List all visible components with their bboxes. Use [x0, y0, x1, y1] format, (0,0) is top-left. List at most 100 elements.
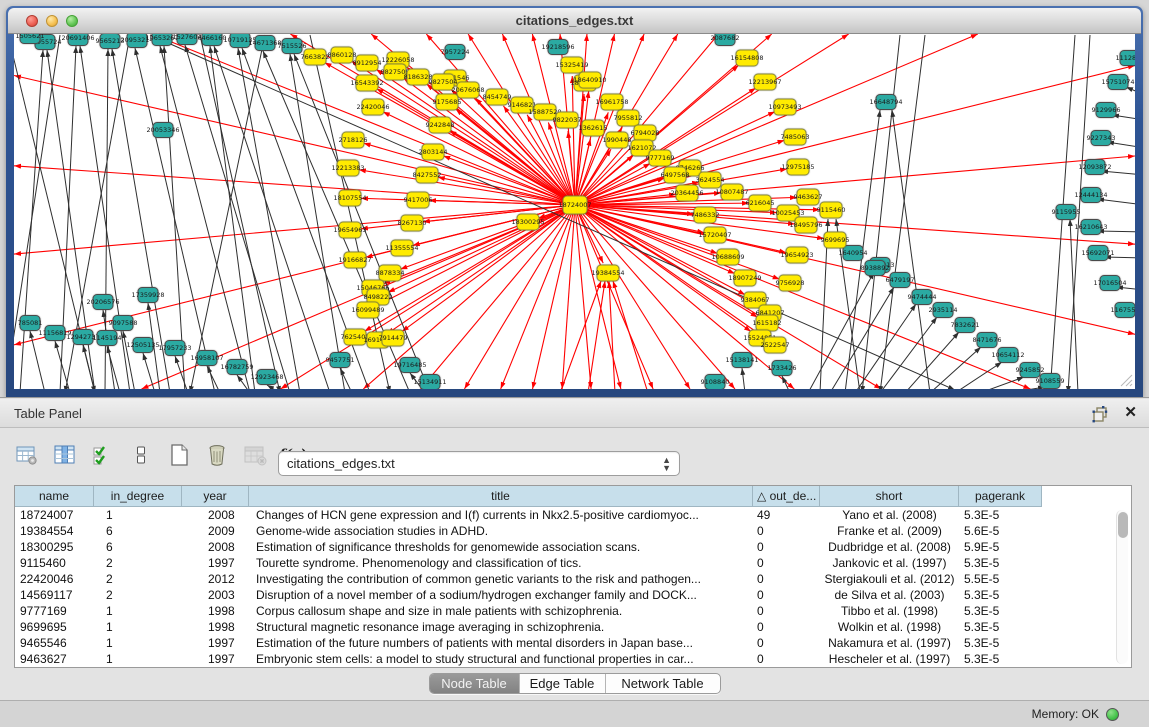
cell-name[interactable]: 14569117: [15, 587, 94, 603]
cell-out_degree[interactable]: 0: [753, 619, 820, 635]
row-height-icon[interactable]: [128, 442, 154, 468]
cell-name[interactable]: 18300295: [15, 539, 94, 555]
tab-node-table[interactable]: Node Table: [430, 674, 520, 693]
cell-short[interactable]: Stergiakouli et al. (2012): [820, 571, 959, 587]
network-node[interactable]: 12213383: [331, 160, 364, 176]
cell-pagerank[interactable]: 5.3E-5: [959, 507, 1042, 523]
network-node[interactable]: 8267130: [398, 215, 427, 231]
column-header-out-degree[interactable]: △ out_de...: [753, 486, 820, 507]
table-row[interactable]: 1830029562008Estimation of significance …: [15, 539, 1131, 555]
network-node[interactable]: 6216045: [746, 195, 775, 211]
network-node[interactable]: 11355554: [385, 240, 418, 256]
cell-year[interactable]: 2012: [182, 571, 249, 587]
cell-title[interactable]: Changes of HCN gene expression and I(f) …: [249, 507, 753, 523]
network-edge-black[interactable]: [1101, 171, 1135, 175]
network-node[interactable]: 15325419: [555, 57, 588, 73]
table-row[interactable]: 969969511998Structural magnetic resonanc…: [15, 619, 1131, 635]
network-edge-black[interactable]: [210, 46, 255, 389]
cell-in_degree[interactable]: 6: [94, 523, 182, 539]
table-scrollbar-thumb[interactable]: [1118, 512, 1128, 538]
cell-out_degree[interactable]: 0: [753, 571, 820, 587]
network-node[interactable]: 15751074: [1101, 75, 1134, 90]
network-node[interactable]: 9457751: [326, 353, 355, 368]
tab-edge-table[interactable]: Edge Table: [520, 674, 606, 693]
import-table-icon[interactable]: [242, 442, 268, 468]
cell-title[interactable]: Estimation of the future numbers of pati…: [249, 635, 753, 651]
network-edge-black[interactable]: [238, 48, 300, 389]
cell-name[interactable]: 19384554: [15, 523, 94, 539]
cell-pagerank[interactable]: 5.5E-5: [959, 571, 1042, 587]
cell-title[interactable]: Structural magnetic resonance image aver…: [249, 619, 753, 635]
network-node[interactable]: 19218596: [541, 40, 574, 55]
network-node[interactable]: 12093872: [1078, 160, 1111, 175]
network-node[interactable]: 16543392: [350, 75, 383, 91]
network-node[interactable]: 2803144: [419, 144, 448, 160]
network-node[interactable]: 15720407: [698, 227, 731, 243]
table-row[interactable]: 911546021997Tourette syndrome. Phenomeno…: [15, 555, 1131, 571]
float-panel-icon[interactable]: [1091, 405, 1109, 423]
cell-out_degree[interactable]: 0: [753, 603, 820, 619]
network-node[interactable]: 7955812: [614, 110, 643, 126]
network-node[interactable]: 1615182: [753, 315, 782, 331]
network-node[interactable]: 9417006: [404, 192, 433, 208]
cell-name[interactable]: 9777169: [15, 603, 94, 619]
network-node[interactable]: 16154808: [730, 50, 763, 66]
cell-name[interactable]: 9463627: [15, 651, 94, 667]
table-row[interactable]: 1938455462009Genome-wide association stu…: [15, 523, 1131, 539]
network-node[interactable]: 17016504: [1093, 276, 1126, 291]
cell-pagerank[interactable]: 5.3E-5: [959, 587, 1042, 603]
show-columns-icon[interactable]: [52, 442, 78, 468]
network-edge-black[interactable]: [340, 368, 352, 389]
network-node[interactable]: 7663822: [301, 49, 330, 65]
network-node[interactable]: 1112834: [1116, 51, 1135, 66]
network-node[interactable]: 16958107: [190, 351, 223, 366]
network-node[interactable]: 19716485: [393, 358, 426, 373]
cell-year[interactable]: 1998: [182, 603, 249, 619]
column-header-pagerank[interactable]: pagerank: [959, 486, 1042, 507]
cell-year[interactable]: 1997: [182, 555, 249, 571]
network-hub-node[interactable]: 18724007: [558, 196, 591, 214]
cell-pagerank[interactable]: 5.9E-5: [959, 539, 1042, 555]
network-edge-black[interactable]: [185, 45, 290, 389]
network-node[interactable]: 12213967: [748, 74, 781, 90]
network-node[interactable]: 6479197: [886, 273, 915, 288]
network-node[interactable]: 9463627: [794, 189, 823, 205]
network-edge-black[interactable]: [214, 46, 330, 389]
network-node[interactable]: 7485063: [781, 129, 810, 145]
cell-title[interactable]: Embryonic stem cells: a model to study s…: [249, 651, 753, 667]
network-node[interactable]: 9699695: [821, 232, 850, 248]
cell-in_degree[interactable]: 1: [94, 651, 182, 667]
cell-title[interactable]: Estimation of significance thresholds fo…: [249, 539, 753, 555]
network-node[interactable]: 20053346: [146, 123, 179, 138]
network-node[interactable]: 2087682: [711, 34, 740, 46]
network-edge-black[interactable]: [1097, 199, 1135, 205]
network-node[interactable]: 16782759: [220, 360, 253, 375]
network-node[interactable]: 2935114: [929, 303, 958, 318]
cell-pagerank[interactable]: 5.3E-5: [959, 555, 1042, 571]
cell-in_degree[interactable]: 1: [94, 507, 182, 523]
cell-title[interactable]: Investigating the contribution of common…: [249, 571, 753, 587]
column-header-title[interactable]: title: [249, 486, 753, 507]
network-edge-black[interactable]: [880, 35, 925, 389]
network-table-selector[interactable]: citations_edges.txt ▲▼: [278, 451, 680, 476]
cell-name[interactable]: 9115460: [15, 555, 94, 571]
cell-pagerank[interactable]: 5.3E-5: [959, 651, 1042, 667]
network-node[interactable]: 8938892: [861, 261, 890, 276]
cell-out_degree[interactable]: 0: [753, 635, 820, 651]
network-node[interactable]: 9129966: [1092, 103, 1121, 118]
select-rows-icon[interactable]: [90, 442, 116, 468]
cell-short[interactable]: Nakamura et al. (1997): [820, 635, 959, 651]
network-edge-black[interactable]: [742, 368, 745, 389]
cell-out_degree[interactable]: 0: [753, 651, 820, 667]
network-node[interactable]: 9108559: [1036, 374, 1065, 389]
table-row[interactable]: 977716911998Corpus callosum shape and si…: [15, 603, 1131, 619]
delete-table-icon[interactable]: [204, 442, 230, 468]
close-panel-icon[interactable]: ✕: [1124, 403, 1137, 421]
cell-out_degree[interactable]: 49: [753, 507, 820, 523]
network-node[interactable]: 9822037: [553, 112, 582, 128]
cell-in_degree[interactable]: 1: [94, 603, 182, 619]
column-header-name[interactable]: name: [15, 486, 94, 507]
cell-year[interactable]: 2003: [182, 587, 249, 603]
network-node[interactable]: 7957224: [441, 45, 470, 60]
network-node[interactable]: 12923468: [250, 370, 283, 385]
